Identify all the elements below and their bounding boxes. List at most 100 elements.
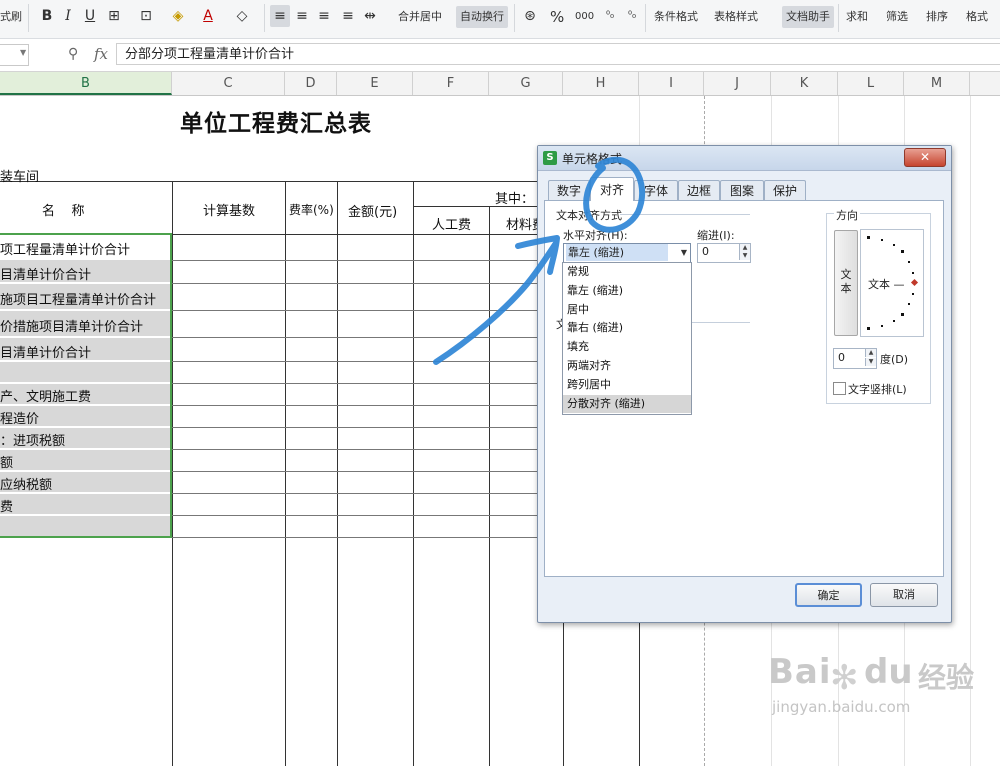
- font-color-icon[interactable]: A: [198, 5, 218, 27]
- zoom-search-icon[interactable]: ⚲: [68, 46, 78, 62]
- format-painter-button[interactable]: 式刷: [0, 6, 22, 28]
- spin-down-icon[interactable]: ▼: [739, 252, 750, 260]
- italic-icon[interactable]: I: [58, 5, 78, 27]
- table-row[interactable]: 费: [0, 496, 13, 515]
- vertical-text-button[interactable]: 文本: [834, 230, 858, 336]
- project-name: 装车间: [0, 170, 40, 185]
- degree-label: 度(D): [880, 353, 909, 366]
- column-header-n[interactable]: [970, 72, 1000, 95]
- border-icon[interactable]: ⊞: [104, 5, 124, 27]
- spin-up-icon[interactable]: ▲: [865, 349, 876, 357]
- table-row[interactable]: 产、文明施工费: [0, 386, 91, 405]
- column-header-d[interactable]: D: [285, 72, 337, 95]
- table-border: [337, 181, 338, 766]
- align-center-icon[interactable]: ≡: [292, 5, 312, 27]
- percent-button[interactable]: %: [550, 6, 564, 28]
- toolbar-divider: [28, 4, 29, 32]
- group-divider: [620, 214, 750, 215]
- table-border: [285, 181, 286, 766]
- table-row[interactable]: 目清单计价合计: [0, 342, 91, 361]
- halign-option-center-across[interactable]: 跨列居中: [563, 376, 691, 395]
- close-button[interactable]: ✕: [904, 148, 946, 167]
- table-row[interactable]: 应纳税额: [0, 474, 52, 493]
- header-calc-base: 计算基数: [203, 204, 256, 219]
- align-right-icon[interactable]: ≡: [314, 5, 334, 27]
- column-header-f[interactable]: F: [413, 72, 489, 95]
- halign-option-general[interactable]: 常规: [563, 263, 691, 282]
- fill-color-icon[interactable]: ◈: [168, 5, 188, 27]
- bold-icon[interactable]: B: [37, 5, 57, 27]
- column-header-m[interactable]: M: [904, 72, 970, 95]
- chevron-down-icon[interactable]: ▼: [681, 244, 687, 262]
- table-row[interactable]: 项工程量清单计价合计: [0, 239, 130, 258]
- thousands-button[interactable]: 000: [575, 6, 594, 28]
- cancel-button[interactable]: 取消: [870, 583, 938, 607]
- column-header-b[interactable]: B: [0, 72, 172, 95]
- table-row[interactable]: 价措施项目清单计价合计: [0, 316, 143, 335]
- column-header-k[interactable]: K: [771, 72, 838, 95]
- column-header-j[interactable]: J: [704, 72, 771, 95]
- text-align-group-label: 文本对齐方式: [556, 209, 622, 222]
- format-button[interactable]: 格式: [966, 6, 988, 28]
- ok-button[interactable]: 确定: [795, 583, 862, 607]
- sum-button[interactable]: 求和: [846, 6, 868, 28]
- tab-protection[interactable]: 保护: [764, 180, 806, 200]
- align-left-icon[interactable]: ≡: [270, 5, 290, 27]
- sort-button[interactable]: 排序: [926, 6, 948, 28]
- currency-icon[interactable]: ⊛: [520, 5, 540, 27]
- spin-down-icon[interactable]: ▼: [865, 358, 876, 366]
- column-header-g[interactable]: G: [489, 72, 563, 95]
- halign-option-fill[interactable]: 填充: [563, 338, 691, 357]
- fx-icon[interactable]: fx: [94, 45, 108, 63]
- header-among: 其中：: [495, 192, 535, 207]
- vertical-text-checkbox[interactable]: [833, 382, 846, 395]
- column-header-l[interactable]: L: [838, 72, 904, 95]
- halign-option-center[interactable]: 居中: [563, 301, 691, 320]
- table-row[interactable]: 施项目工程量清单计价合计: [0, 289, 156, 308]
- halign-option-distributed[interactable]: 分散对齐 (缩进): [563, 394, 691, 414]
- fill-pattern-icon[interactable]: ⊡: [136, 5, 156, 27]
- tab-border[interactable]: 边框: [678, 180, 720, 200]
- formula-input[interactable]: 分部分项工程量清单计价合计: [116, 43, 1000, 65]
- column-header-h[interactable]: H: [563, 72, 639, 95]
- decrease-decimal-icon[interactable]: ⁰₀: [622, 5, 642, 27]
- degree-stepper[interactable]: 0 ▲ ▼: [833, 348, 877, 369]
- increase-decimal-icon[interactable]: ⁰₀: [600, 5, 620, 27]
- halign-select[interactable]: 靠左 (缩进) ▼: [563, 243, 691, 263]
- column-header-e[interactable]: E: [337, 72, 413, 95]
- orientation-group-label: 方向: [834, 207, 860, 223]
- halign-option-right-indent[interactable]: 靠右 (缩进): [563, 319, 691, 338]
- tab-number[interactable]: 数字: [548, 180, 590, 200]
- column-header-i[interactable]: I: [639, 72, 704, 95]
- header-name: 名 称: [42, 204, 85, 219]
- clear-format-icon[interactable]: ◇: [232, 5, 252, 27]
- indent-stepper[interactable]: 0 ▲ ▼: [697, 243, 751, 263]
- table-style-button[interactable]: 表格样式: [714, 6, 758, 28]
- halign-option-justify[interactable]: 两端对齐: [563, 357, 691, 376]
- tab-font[interactable]: 字体: [634, 180, 678, 200]
- halign-option-left-indent[interactable]: 靠左 (缩进): [563, 282, 691, 301]
- tab-alignment[interactable]: 对齐: [590, 177, 634, 201]
- toolbar: 式刷 B I U ⊞ ⊡ ◈ A ◇ ≡ ≡ ≡ ≡ ⇹ 合并居中 自动换行 ⊛…: [0, 0, 1000, 39]
- filter-button[interactable]: 筛选: [886, 6, 908, 28]
- table-row[interactable]: 程造价: [0, 408, 39, 427]
- spin-up-icon[interactable]: ▲: [739, 244, 750, 252]
- tab-pattern[interactable]: 图案: [720, 180, 764, 200]
- dialog-titlebar[interactable]: S 单元格格式 ✕: [538, 146, 951, 171]
- column-header-c[interactable]: C: [172, 72, 285, 95]
- conditional-format-button[interactable]: 条件格式: [654, 6, 698, 28]
- justify-icon[interactable]: ≡: [338, 5, 358, 27]
- doc-helper-button[interactable]: 文档助手: [782, 6, 834, 28]
- table-row[interactable]: 额: [0, 452, 13, 471]
- distributed-icon[interactable]: ⇹: [360, 5, 380, 27]
- table-row[interactable]: 目清单计价合计: [0, 264, 91, 283]
- indent-label: 缩进(I):: [697, 229, 735, 242]
- wrap-text-button[interactable]: 自动换行: [456, 6, 508, 28]
- orientation-dial[interactable]: 文本 —: [860, 229, 924, 337]
- chevron-down-icon[interactable]: ▼: [20, 48, 26, 57]
- toolbar-divider: [514, 4, 515, 32]
- underline-icon[interactable]: U: [80, 5, 100, 27]
- halign-selected-value: 靠左 (缩进): [566, 244, 668, 261]
- merge-center-button[interactable]: 合并居中: [398, 6, 442, 28]
- table-row[interactable]: ：进项税额: [0, 430, 65, 449]
